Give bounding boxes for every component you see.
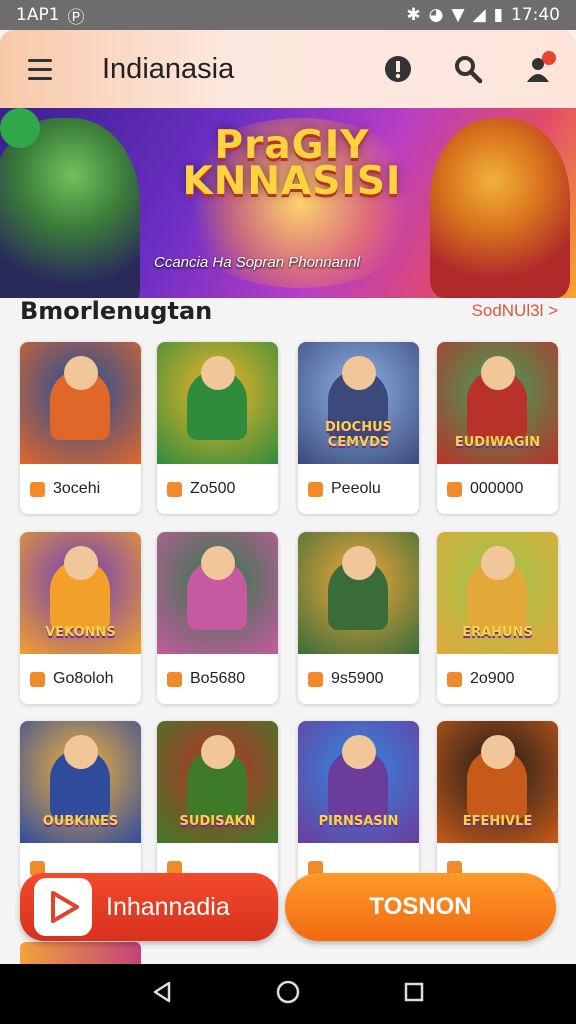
- play-icon: [34, 878, 92, 936]
- game-thumbnail: [298, 532, 419, 654]
- game-thumbnail-label: ERAHUNS: [462, 625, 533, 640]
- game-thumbnail-label: SUDISAKN: [179, 814, 256, 829]
- game-thumbnail-label: EUDIWAGIN: [454, 435, 541, 450]
- user-icon[interactable]: [518, 49, 558, 89]
- battery-icon: ▮: [493, 5, 503, 25]
- coin-icon: [447, 671, 462, 687]
- game-card[interactable]: PIRNSASIN: [298, 721, 419, 893]
- wifi-icon: ▼: [451, 5, 465, 25]
- coin-icon: [447, 481, 462, 497]
- game-thumbnail: [157, 532, 278, 654]
- status-bar: 1AP1 Ⓟ ✱ ◕ ▼ ◢ ▮ 17:40: [0, 0, 576, 30]
- game-card[interactable]: SUDISAKN: [157, 721, 278, 893]
- game-meta: Bo5680: [157, 654, 278, 704]
- game-meta: 000000: [437, 464, 558, 514]
- game-card-partial[interactable]: [20, 942, 141, 964]
- coin-icon: [308, 481, 323, 497]
- game-value: Zo500: [190, 480, 236, 497]
- app-title: Indianasia: [102, 52, 235, 85]
- game-meta: 2o900: [437, 654, 558, 704]
- game-thumbnail: DIOCHUS CEMVDS: [298, 342, 419, 464]
- sync-icon: Ⓟ: [67, 7, 85, 28]
- game-thumbnail-label: PIRNSASIN: [318, 814, 399, 829]
- game-meta: Go8oloh: [20, 654, 141, 704]
- game-value: 3ocehi: [53, 480, 101, 497]
- back-icon[interactable]: [151, 980, 173, 1009]
- game-value: Go8oloh: [53, 670, 114, 687]
- game-thumbnail: [20, 342, 141, 464]
- app-download-label: Inhannadia: [106, 892, 230, 921]
- game-thumbnail: PIRNSASIN: [298, 721, 419, 843]
- banner-title-line2: KNNASISI: [182, 159, 402, 204]
- game-thumbnail-label: OUBKINES: [42, 814, 119, 829]
- game-card[interactable]: EFEHIVLE: [437, 721, 558, 893]
- info-icon[interactable]: [378, 49, 418, 89]
- coin-icon: [167, 481, 182, 497]
- game-thumbnail: ERAHUNS: [437, 532, 558, 654]
- game-card[interactable]: Zo500: [157, 342, 278, 514]
- app-header: Indianasia: [0, 30, 576, 108]
- primary-action-button[interactable]: TOSNON: [285, 873, 556, 941]
- primary-action-label: TOSNON: [369, 893, 472, 920]
- search-icon[interactable]: [448, 49, 488, 89]
- game-thumbnail: EFEHIVLE: [437, 721, 558, 843]
- game-meta: Peeolu: [298, 464, 419, 514]
- alarm-icon: ◕: [428, 5, 444, 25]
- game-meta: Zo500: [157, 464, 278, 514]
- signal-icon: ◢: [472, 5, 486, 25]
- game-thumbnail: EUDIWAGIN: [437, 342, 558, 464]
- notification-badge: [542, 51, 556, 65]
- game-thumbnail: OUBKINES: [20, 721, 141, 843]
- game-card[interactable]: EUDIWAGIN 000000: [437, 342, 558, 514]
- game-card[interactable]: Bo5680: [157, 532, 278, 704]
- banner-title: PraGIY KNNASISI: [172, 126, 412, 204]
- game-card[interactable]: DIOCHUS CEMVDS Peeolu: [298, 342, 419, 514]
- menu-icon[interactable]: [18, 47, 62, 91]
- bluetooth-icon: ✱: [406, 5, 421, 25]
- app-download-button[interactable]: Inhannadia: [20, 873, 278, 941]
- game-card[interactable]: VEKONNS Go8oloh: [20, 532, 141, 704]
- game-value: Peeolu: [331, 480, 381, 497]
- coin-icon: [167, 671, 182, 687]
- game-value: 2o900: [470, 670, 515, 687]
- coin-icon: [308, 671, 323, 687]
- game-card[interactable]: 9s5900: [298, 532, 419, 704]
- home-icon[interactable]: [275, 979, 301, 1010]
- game-thumbnail-label: EFEHIVLE: [462, 814, 533, 829]
- game-value: 000000: [470, 480, 524, 497]
- coin-icon: [30, 481, 45, 497]
- game-card[interactable]: ERAHUNS 2o900: [437, 532, 558, 704]
- system-nav-bar: [0, 964, 576, 1024]
- section-title: Bmorlenugtan: [20, 297, 213, 325]
- recents-icon[interactable]: [403, 981, 425, 1008]
- coin-icon: [30, 671, 45, 687]
- status-time-right: 17:40: [511, 5, 560, 25]
- game-thumbnail-label: DIOCHUS CEMVDS: [324, 420, 393, 450]
- see-all-link[interactable]: SodNUl3l >: [472, 301, 558, 321]
- game-card[interactable]: 3ocehi: [20, 342, 141, 514]
- banner-subtitle: Ccancia Ha Sopran Phonnannl: [154, 254, 360, 271]
- game-meta: 9s5900: [298, 654, 419, 704]
- game-thumbnail: VEKONNS: [20, 532, 141, 654]
- game-card[interactable]: OUBKINES: [20, 721, 141, 893]
- game-value: Bo5680: [190, 670, 246, 687]
- section-header: Bmorlenugtan SodNUl3l >: [20, 296, 558, 326]
- status-time-left: 1AP1: [16, 5, 60, 25]
- game-thumbnail-label: VEKONNS: [45, 625, 116, 640]
- game-meta: 3ocehi: [20, 464, 141, 514]
- game-thumbnail: SUDISAKN: [157, 721, 278, 843]
- game-value: 9s5900: [331, 670, 384, 687]
- game-thumbnail: [157, 342, 278, 464]
